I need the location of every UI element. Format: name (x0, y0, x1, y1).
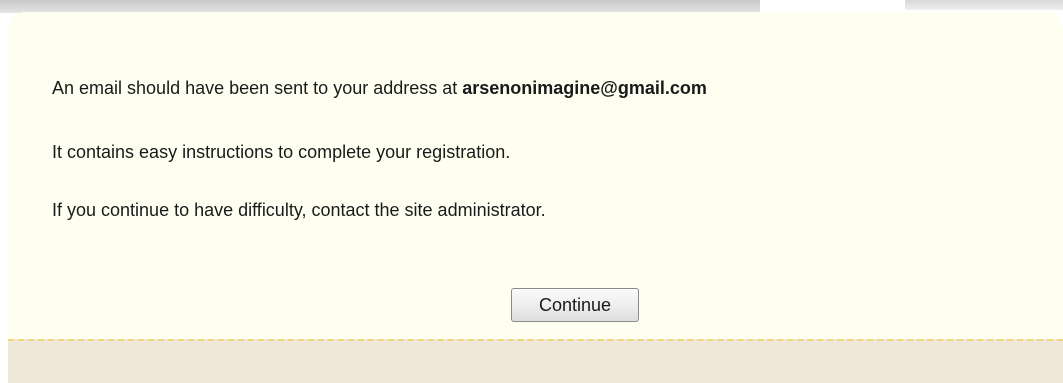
footer-band (8, 339, 1063, 383)
email-sent-text: An email should have been sent to your a… (52, 78, 463, 98)
top-bar-right (905, 0, 1063, 10)
instructions-message: It contains easy instructions to complet… (52, 142, 511, 162)
continue-button[interactable]: Continue (511, 288, 639, 322)
left-margin (0, 14, 8, 383)
email-sent-message: An email should have been sent to your a… (52, 78, 707, 99)
email-address: arsenonimagine@gmail.com (462, 78, 707, 98)
difficulty-message: If you continue to have difficulty, cont… (52, 200, 546, 220)
